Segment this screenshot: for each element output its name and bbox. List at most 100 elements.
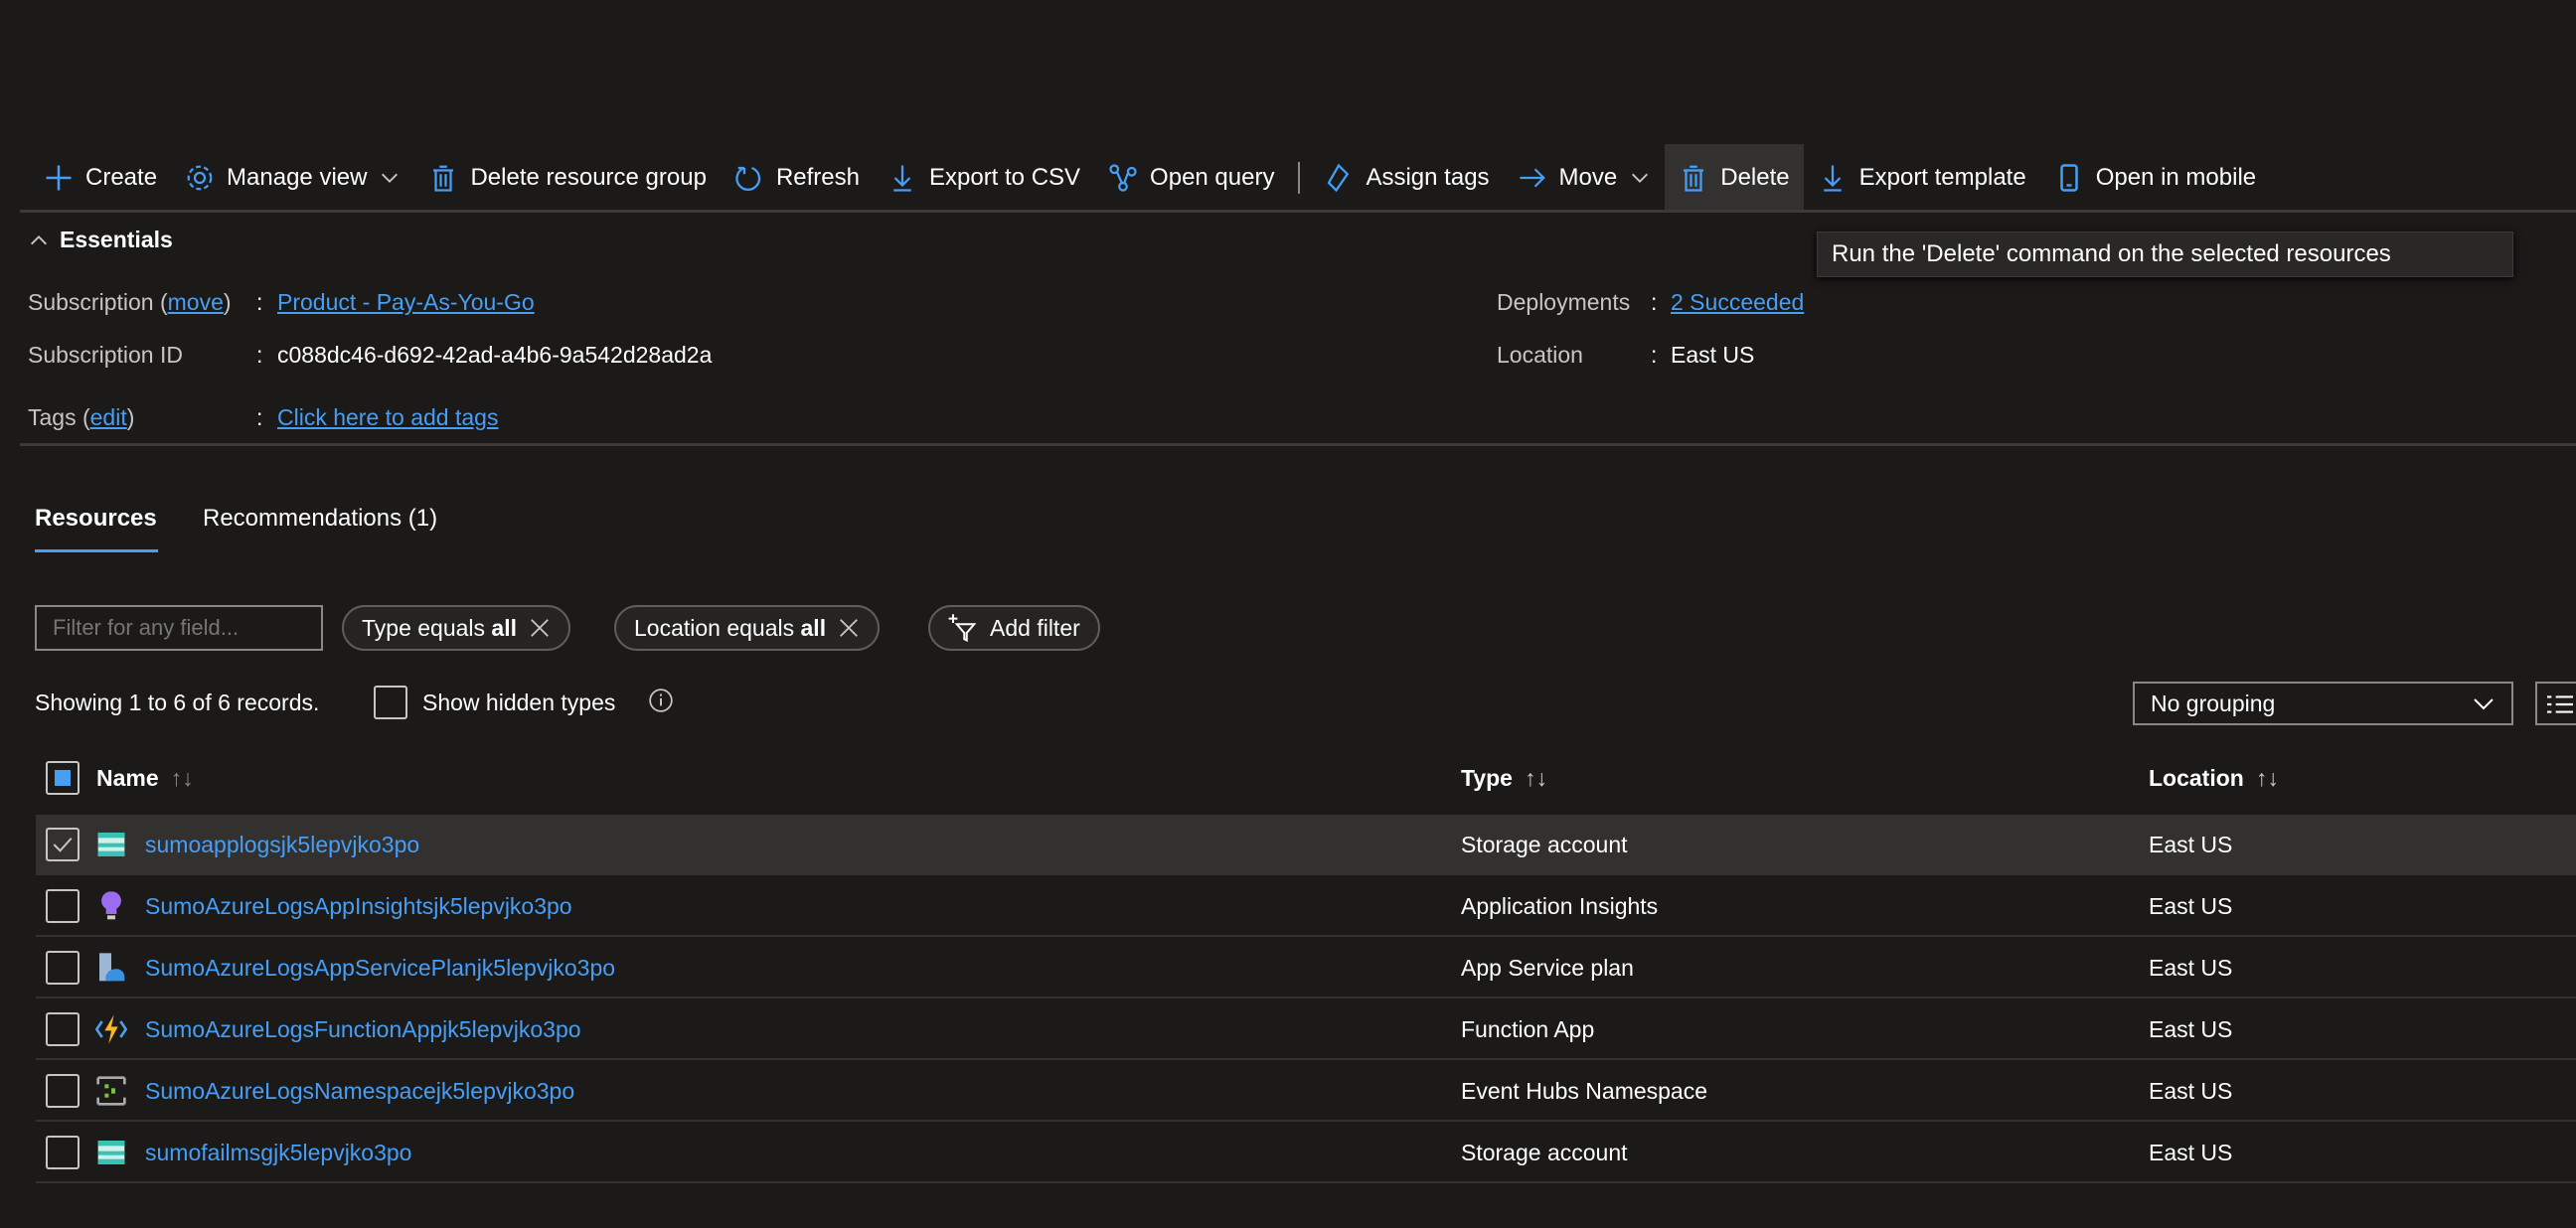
table-row[interactable]: SumoAzureLogsAppInsightsjk5lepvjko3po Ap… [36,876,2576,937]
add-filter-icon [948,614,977,643]
resource-type: Storage account [1461,832,1628,857]
resource-location: East US [2149,893,2233,919]
info-icon[interactable] [648,688,674,713]
refresh-label: Refresh [775,163,860,191]
export-csv-label: Export to CSV [928,163,1081,191]
app-insights-icon [95,890,127,922]
resource-name-link[interactable]: SumoAzureLogsAppInsightsjk5lepvjko3po [145,893,572,920]
view-options-button[interactable] [2535,682,2576,725]
refresh-icon [735,166,761,191]
toolbar-separator [1298,161,1301,194]
add-filter-label: Add filter [990,614,1080,641]
open-in-mobile-button[interactable]: Open in mobile [2040,144,2270,211]
arrow-right-icon [1520,167,1545,188]
select-all-checkbox[interactable] [46,761,80,795]
query-icon [1109,163,1137,192]
row-checkbox[interactable] [46,1074,80,1108]
chevron-up-icon [31,234,47,244]
sort-icon: ↑↓ [1524,765,1547,791]
delete-resource-group-button[interactable]: Delete resource group [414,144,720,211]
export-csv-button[interactable]: Export to CSV [874,144,1094,211]
close-icon[interactable] [529,617,551,639]
check-icon [53,838,73,852]
add-filter-button[interactable]: Add filter [928,605,1100,651]
subscription-id-value: c088dc46-d692-42ad-a4b6-9a542d28ad2a [277,342,713,368]
location-value: East US [1671,342,1755,368]
event-hubs-icon [95,1075,127,1107]
table-row[interactable]: SumoAzureLogsFunctionAppjk5lepvjko3po Fu… [36,999,2576,1060]
type-filter-pill[interactable]: Type equals all [342,605,570,651]
colon: : [256,342,263,368]
partial-check-indicator [55,770,71,786]
column-header-location[interactable]: Location ↑↓ [2149,765,2279,792]
assign-tags-button[interactable]: Assign tags [1310,144,1503,211]
resource-type: App Service plan [1461,955,1634,981]
records-count: Showing 1 to 6 of 6 records. [35,690,320,715]
grouping-dropdown[interactable]: No grouping [2133,682,2513,725]
active-tab-indicator [35,549,158,552]
download-icon [893,165,911,192]
deployments-link[interactable]: 2 Succeeded [1671,289,1804,316]
create-button[interactable]: Create [30,144,171,211]
manage-view-button[interactable]: Manage view [171,144,414,211]
resource-type: Event Hubs Namespace [1461,1078,1708,1104]
resource-name-link[interactable]: SumoAzureLogsAppServicePlanjk5lepvjko3po [145,955,615,982]
manage-view-label: Manage view [227,163,368,191]
row-checkbox[interactable] [46,1012,80,1046]
resource-name-link[interactable]: sumofailmsgjk5lepvjko3po [145,1140,411,1166]
grouping-value: No grouping [2151,690,2276,716]
open-query-button[interactable]: Open query [1094,144,1288,211]
resource-name-link[interactable]: sumoapplogsjk5lepvjko3po [145,832,419,858]
colon: : [256,404,263,430]
show-hidden-types-checkbox[interactable] [374,686,407,719]
move-button[interactable]: Move [1504,144,1666,211]
essentials-toggle[interactable]: Essentials [28,227,173,253]
chevron-down-icon [1632,173,1649,183]
delete-label: Delete [1720,163,1790,191]
add-tags-link[interactable]: Click here to add tags [277,404,498,431]
resource-name-link[interactable]: SumoAzureLogsFunctionAppjk5lepvjko3po [145,1016,581,1043]
command-bar: Create Manage view Delete resource group… [30,144,2270,211]
open-in-mobile-label: Open in mobile [2095,163,2257,191]
location-filter-pill[interactable]: Location equals all [614,605,881,651]
create-label: Create [85,163,158,191]
table-row[interactable]: sumoapplogsjk5lepvjko3po Storage account… [36,815,2576,875]
tab-resources[interactable]: Resources [35,505,157,533]
show-hidden-types-label: Show hidden types [422,690,616,715]
storage-account-icon [95,829,127,860]
resource-name-link[interactable]: SumoAzureLogsNamespacejk5lepvjko3po [145,1078,574,1105]
chevron-down-icon [382,173,399,183]
column-header-type[interactable]: Type ↑↓ [1461,765,1547,792]
download-icon [1823,165,1842,192]
table-row[interactable]: SumoAzureLogsNamespacejk5lepvjko3po Even… [36,1061,2576,1122]
refresh-button[interactable]: Refresh [721,144,874,211]
colon: : [1651,289,1658,315]
open-query-label: Open query [1150,163,1275,191]
row-checkbox[interactable] [46,1136,80,1169]
table-row[interactable]: sumofailmsgjk5lepvjko3po Storage account… [36,1123,2576,1183]
toolbar-divider [20,210,2576,213]
close-icon[interactable] [838,617,860,639]
delete-button[interactable]: Delete [1665,144,1804,211]
type-filter-label: Type equals all [362,614,517,641]
subscription-link[interactable]: Product - Pay-As-You-Go [277,289,535,316]
row-checkbox[interactable] [46,828,80,861]
function-app-icon [94,1013,128,1045]
delete-resource-group-label: Delete resource group [470,163,707,191]
table-row[interactable]: SumoAzureLogsAppServicePlanjk5lepvjko3po… [36,938,2576,998]
column-header-name[interactable]: Name ↑↓ [96,765,194,792]
tab-recommendations[interactable]: Recommendations (1) [203,505,437,533]
move-label: Move [1558,163,1618,191]
resource-type: Storage account [1461,1140,1628,1165]
app-service-plan-icon [95,952,127,984]
tags-label: Tags (edit) [28,404,135,430]
filter-input[interactable] [35,605,323,651]
row-checkbox[interactable] [46,889,80,923]
resource-type: Function App [1461,1016,1595,1042]
subscription-move-link[interactable]: move [168,289,224,315]
sort-icon: ↑↓ [2255,765,2279,791]
location-label: Location [1497,342,1583,368]
export-template-button[interactable]: Export template [1804,144,2040,211]
tags-edit-link[interactable]: edit [90,404,127,430]
row-checkbox[interactable] [46,951,80,985]
